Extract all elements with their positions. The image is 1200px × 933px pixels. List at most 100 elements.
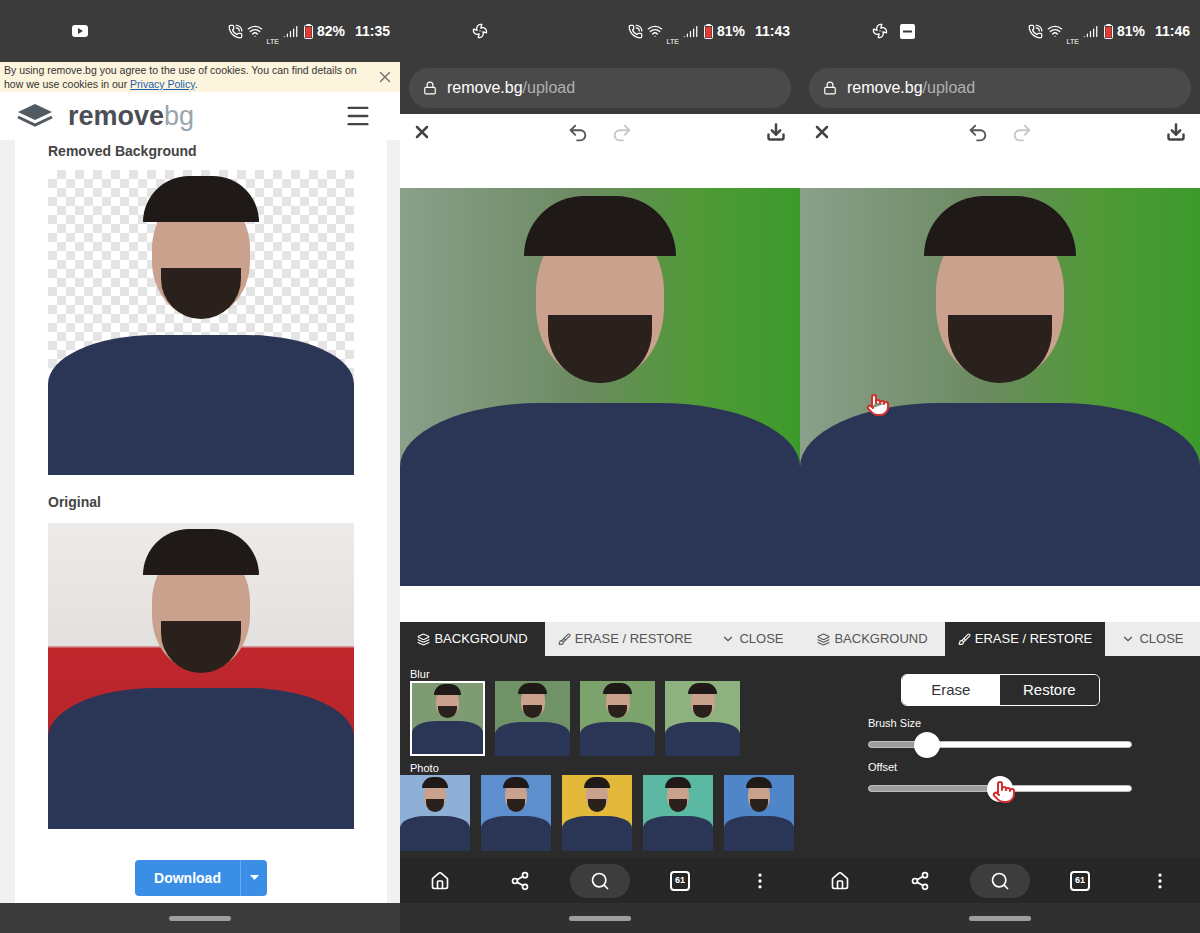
gesture-handle[interactable] [569,916,631,921]
logo-suffix: bg [164,101,194,131]
wifi-icon [247,23,263,39]
battery-level: 81% [1117,21,1145,42]
edited-photo [400,188,800,586]
tab-count[interactable]: 61 [1070,871,1090,891]
download-icon[interactable] [766,122,788,142]
site-header: removebg [0,92,400,140]
tab[interactable]: BACKGROUND [800,622,945,656]
background-thumbnail[interactable] [580,681,655,756]
content-area: Removed BackgroundOriginalDownload [0,140,400,903]
more-icon[interactable] [1150,871,1170,891]
undo-icon[interactable] [967,122,989,144]
background-thumbnail[interactable] [495,681,570,756]
slider-fill [869,786,1000,791]
spacer [800,586,1200,622]
signal-icon [683,24,698,39]
privacy-policy-link[interactable]: Privacy Policy [130,78,195,90]
search-button[interactable] [970,864,1030,898]
tab[interactable]: CLOSE [705,622,800,656]
logo-icon[interactable] [16,102,54,130]
share-icon[interactable] [510,871,530,891]
editor-screen: LTE81%11:46 remove.bg/upload BACKGROUNDERA… [800,0,1200,933]
tab[interactable]: CLOSE [1105,622,1200,656]
mode-button[interactable]: Erase [902,675,1001,705]
background-thumbnail[interactable] [665,681,740,756]
status-bar: LTE81%11:43 [400,0,800,62]
thumbnail-row [410,681,800,756]
history-buttons [967,122,1033,144]
original-image [48,523,354,829]
mode-button[interactable]: Restore [1000,675,1099,705]
background-thumbnail[interactable] [562,775,632,851]
wifi-call-icon [228,24,243,39]
hair [143,529,259,575]
tab[interactable]: BACKGROUND [400,622,545,656]
home-icon[interactable] [430,871,450,891]
background-thumbnail[interactable] [481,775,551,851]
close-icon[interactable] [412,122,434,142]
editor-screen: LTE81%11:43 remove.bg/upload BACKGROUNDERA… [400,0,800,933]
gesture-bar [0,903,400,933]
hoodie [412,721,483,754]
background-thumbnail[interactable] [400,775,470,851]
slider-track[interactable] [868,741,1132,748]
redo-icon[interactable] [1011,122,1033,144]
brush-icon [558,633,571,646]
slider-thumb[interactable] [914,732,940,758]
beard [548,315,652,383]
beard [608,705,628,718]
menu-icon[interactable] [344,102,372,130]
close-icon[interactable] [812,122,834,142]
signal-icon [1083,24,1098,39]
slider-label: Offset [868,761,1132,774]
address-field[interactable]: remove.bg/upload [809,68,1191,108]
beard [523,705,543,718]
tool-panel: BlurPhoto [400,656,800,858]
download-icon[interactable] [1166,122,1188,142]
system-icons: LTE81%11:46 [1028,16,1190,46]
address-field[interactable]: remove.bg/upload [409,68,791,108]
background-thumbnail[interactable] [410,681,485,756]
gesture-handle[interactable] [169,916,231,921]
beard [161,268,241,320]
close-icon[interactable] [376,68,394,86]
erase-restore-panel: EraseRestoreBrush SizeOffset [800,656,1200,858]
hair [524,196,676,256]
gesture-handle[interactable] [969,916,1031,921]
layers-icon [417,633,430,646]
brush-icon [958,633,971,646]
share-icon[interactable] [910,871,930,891]
group-label: Photo [410,762,800,775]
logo-text[interactable]: removebg [68,100,194,132]
editor-toolbar [800,114,1200,188]
hoodie [481,816,551,851]
background-thumbnail[interactable] [724,775,794,851]
network-type: LTE [667,38,679,46]
tab-count[interactable]: 61 [670,871,690,891]
url-text: remove.bg/upload [447,76,575,100]
hoodie [48,688,354,829]
undo-icon[interactable] [567,122,589,144]
tool-panel: EraseRestoreBrush SizeOffset [800,656,1200,858]
more-icon[interactable] [750,871,770,891]
wifi-call-icon [628,24,643,39]
tab[interactable]: ERASE / RESTORE [545,622,705,656]
redo-icon[interactable] [611,122,633,144]
home-icon[interactable] [830,871,850,891]
clock: 11:43 [755,21,790,42]
search-button[interactable] [570,864,630,898]
lock-icon [823,81,837,95]
tab[interactable]: ERASE / RESTORE [945,622,1105,656]
download-label[interactable]: Download [135,860,240,896]
download-button[interactable]: Download [135,860,267,896]
background-panel: BlurPhoto [400,656,800,858]
cookie-banner: By using remove.bg you agree to the use … [0,62,400,92]
signal-icon [283,24,298,39]
slider-track[interactable] [868,785,1132,792]
download-options[interactable] [240,860,267,896]
spacer [400,586,800,622]
beard [948,315,1052,383]
background-thumbnail[interactable] [643,775,713,851]
battery-icon [1104,24,1113,39]
beard [588,799,606,812]
